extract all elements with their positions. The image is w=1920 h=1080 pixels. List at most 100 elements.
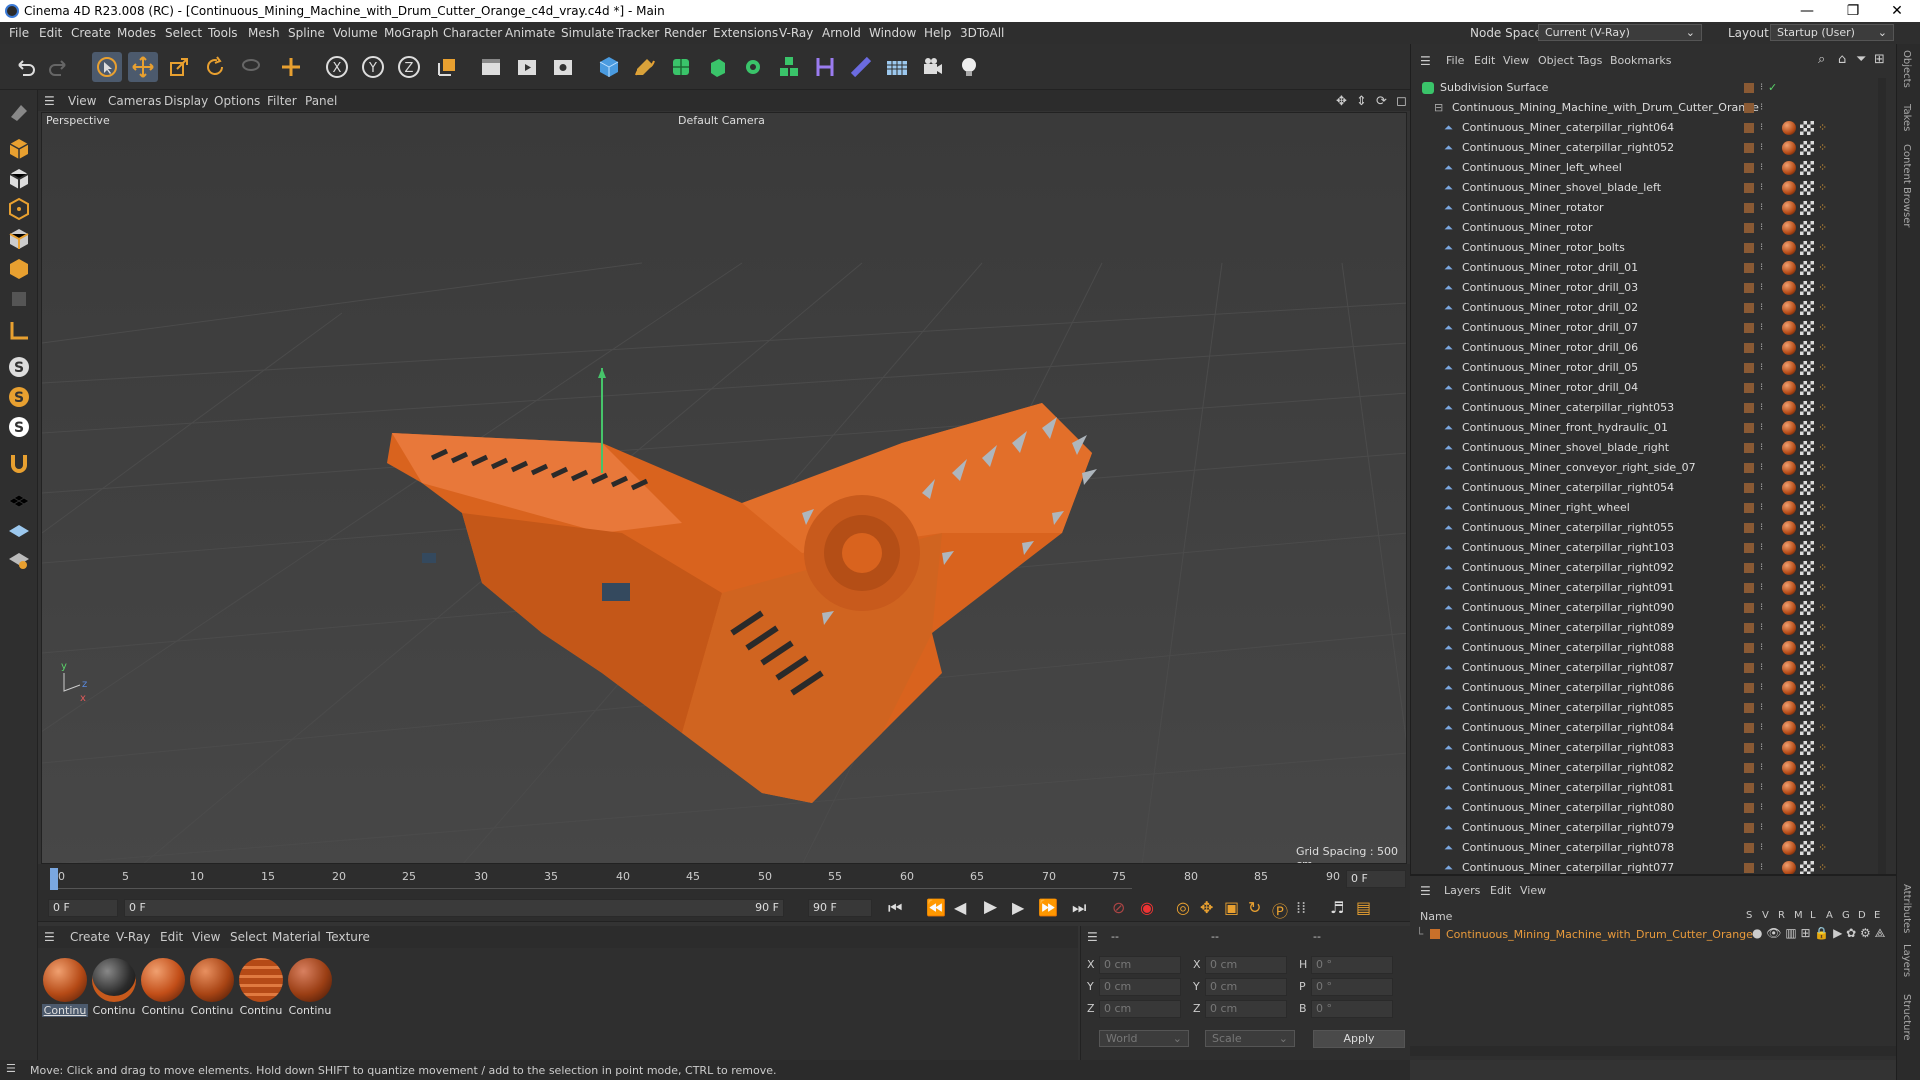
layer-tag-icon[interactable]: [1744, 303, 1754, 313]
dope-sheet-icon[interactable]: ▤: [1356, 898, 1371, 917]
axis-mode-button[interactable]: [4, 316, 34, 346]
object-menu-object[interactable]: Object: [1538, 54, 1574, 67]
menu-animate[interactable]: Animate: [505, 26, 555, 40]
selection-tag-icon[interactable]: ⁘: [1818, 558, 1827, 578]
visibility-dots-icon[interactable]: ⁝: [1760, 158, 1763, 178]
scale-tool-button[interactable]: [164, 52, 194, 82]
move-tool-button[interactable]: [128, 52, 158, 82]
render-to-picture-viewer-button[interactable]: [512, 52, 542, 82]
side-tab-objects[interactable]: Objects: [1901, 50, 1912, 88]
position-key-icon[interactable]: ✥: [1200, 898, 1213, 917]
visibility-dots-icon[interactable]: ⁝: [1760, 118, 1763, 138]
enabled-check-icon[interactable]: ✓: [1768, 78, 1777, 98]
timeline-ruler[interactable]: 0 5 10 15 20 25 30 35 40 45 50 55 60 65 …: [38, 864, 1410, 894]
menu-tools[interactable]: Tools: [208, 26, 238, 40]
material-tag-icon[interactable]: [1782, 621, 1796, 635]
subdivision-surface-button[interactable]: [666, 52, 696, 82]
maximize-view-icon[interactable]: ◻: [1396, 94, 1407, 109]
material-tag-icon[interactable]: [1782, 641, 1796, 655]
object-row[interactable]: ⏶ Continuous_Miner_caterpillar_right089 ⁝ ⁘: [1416, 618, 1886, 638]
start-frame-field[interactable]: 0 F: [48, 899, 118, 917]
go-to-start-icon[interactable]: ⏮: [888, 898, 902, 918]
grid-plane-button[interactable]: [4, 514, 34, 544]
object-row[interactable]: ⏶ Continuous_Miner_caterpillar_right082 ⁝ ⁘: [1416, 758, 1886, 778]
object-row[interactable]: ⏶ Continuous_Miner_conveyor_right_side_07…: [1416, 458, 1886, 478]
layer-tag-icon[interactable]: [1744, 83, 1754, 93]
object-row[interactable]: ⏶ Continuous_Miner_caterpillar_right087 ⁝ ⁘: [1416, 658, 1886, 678]
layer-row[interactable]: └ Continuous_Mining_Machine_with_Drum_Cu…: [1416, 926, 1892, 944]
layer-tag-icon[interactable]: [1744, 103, 1754, 113]
visibility-dots-icon[interactable]: ⁝: [1760, 838, 1763, 858]
visibility-dots-icon[interactable]: ⁝: [1760, 318, 1763, 338]
layer-menu-view[interactable]: View: [1520, 884, 1546, 897]
material-tag-icon[interactable]: [1782, 241, 1796, 255]
current-frame-field[interactable]: 0 F: [1346, 870, 1406, 888]
material-tag-icon[interactable]: [1782, 461, 1796, 475]
object-row[interactable]: ⏶ Continuous_Miner_caterpillar_right054 ⁝ ⁘: [1416, 478, 1886, 498]
material-tag-icon[interactable]: [1782, 581, 1796, 595]
viewport-menu-filter[interactable]: Filter: [267, 94, 297, 108]
hamburger-icon[interactable]: ☰: [1087, 930, 1098, 944]
material-tag-icon[interactable]: [1782, 521, 1796, 535]
material-tag-icon[interactable]: [1782, 341, 1796, 355]
menu-modes[interactable]: Modes: [117, 26, 156, 40]
texture-tag-icon[interactable]: [1800, 661, 1814, 675]
material-tag-icon[interactable]: [1782, 261, 1796, 275]
rotate-tool-button[interactable]: [200, 52, 230, 82]
viewport-menu-view[interactable]: View: [68, 94, 96, 108]
go-to-end-icon[interactable]: ⏭: [1072, 898, 1086, 918]
texture-tag-icon[interactable]: [1800, 421, 1814, 435]
object-row[interactable]: ⏶ Continuous_Miner_caterpillar_right052 ⁝ ⁘: [1416, 138, 1886, 158]
minimize-button[interactable]: —: [1784, 0, 1830, 22]
layer-tag-icon[interactable]: [1744, 423, 1754, 433]
coordinate-mode-dropdown[interactable]: World ⌄: [1099, 1030, 1189, 1047]
material-swatch[interactable]: Continu: [189, 956, 235, 1020]
material-tag-icon[interactable]: [1782, 301, 1796, 315]
object-row[interactable]: ⏶ Continuous_Miner_caterpillar_right092 ⁝ ⁘: [1416, 558, 1886, 578]
layer-tag-icon[interactable]: [1744, 723, 1754, 733]
redo-button[interactable]: [44, 52, 74, 82]
material-tag-icon[interactable]: [1782, 401, 1796, 415]
selection-tag-icon[interactable]: ⁘: [1818, 718, 1827, 738]
object-menu-view[interactable]: View: [1503, 54, 1529, 67]
object-row[interactable]: ⏶ Continuous_Miner_caterpillar_right103 ⁝ ⁘: [1416, 538, 1886, 558]
menu-simulate[interactable]: Simulate: [561, 26, 614, 40]
texture-tag-icon[interactable]: [1800, 801, 1814, 815]
visibility-dots-icon[interactable]: ⁝: [1760, 798, 1763, 818]
texture-tag-icon[interactable]: [1800, 841, 1814, 855]
menu-vray[interactable]: V-Ray: [779, 26, 813, 40]
object-row[interactable]: ⏶ Continuous_Miner_right_wheel ⁝ ⁘: [1416, 498, 1886, 518]
material-tag-icon[interactable]: [1782, 601, 1796, 615]
hamburger-icon[interactable]: ☰: [1420, 54, 1431, 68]
selection-tag-icon[interactable]: ⁘: [1818, 858, 1827, 874]
undo-button[interactable]: [10, 52, 40, 82]
texture-tag-icon[interactable]: [1800, 581, 1814, 595]
layer-tag-icon[interactable]: [1744, 823, 1754, 833]
texture-tag-icon[interactable]: [1800, 761, 1814, 775]
object-row[interactable]: ⏶ Continuous_Miner_caterpillar_right084 ⁝ ⁘: [1416, 718, 1886, 738]
visibility-dots-icon[interactable]: ⁝: [1760, 598, 1763, 618]
apply-button[interactable]: Apply: [1313, 1030, 1405, 1048]
selection-tag-icon[interactable]: ⁘: [1818, 798, 1827, 818]
timeline-window-icon[interactable]: ♬: [1330, 898, 1344, 917]
material-tag-icon[interactable]: [1782, 381, 1796, 395]
layer-tag-icon[interactable]: [1744, 643, 1754, 653]
selection-tag-icon[interactable]: ⁘: [1818, 838, 1827, 858]
selection-tag-icon[interactable]: ⁘: [1818, 418, 1827, 438]
layer-tag-icon[interactable]: [1744, 243, 1754, 253]
visibility-dots-icon[interactable]: ⁝: [1760, 178, 1763, 198]
dolly-view-icon[interactable]: ⇕: [1356, 94, 1367, 109]
hamburger-icon[interactable]: ☰: [44, 94, 55, 108]
points-mode-button[interactable]: [4, 194, 34, 224]
object-row-root[interactable]: Subdivision Surface ⁝ ✓: [1416, 78, 1886, 98]
material-tag-icon[interactable]: [1782, 481, 1796, 495]
menu-mesh[interactable]: Mesh: [248, 26, 280, 40]
visibility-dots-icon[interactable]: ⁝: [1760, 98, 1763, 118]
layer-tag-icon[interactable]: [1744, 223, 1754, 233]
object-row[interactable]: ⏶ Continuous_Miner_rotor_drill_01 ⁝ ⁘: [1416, 258, 1886, 278]
material-tag-icon[interactable]: [1782, 841, 1796, 855]
selection-tag-icon[interactable]: ⁘: [1818, 298, 1827, 318]
layer-toggle-icons[interactable]: ● 👁 ▥ ⊞ 🔒 ▶ ✿ ⚙ ⟁: [1752, 926, 1885, 941]
object-row[interactable]: ⏶ Continuous_Miner_shovel_blade_left ⁝ ⁘: [1416, 178, 1886, 198]
material-menu-edit[interactable]: Edit: [160, 930, 183, 944]
